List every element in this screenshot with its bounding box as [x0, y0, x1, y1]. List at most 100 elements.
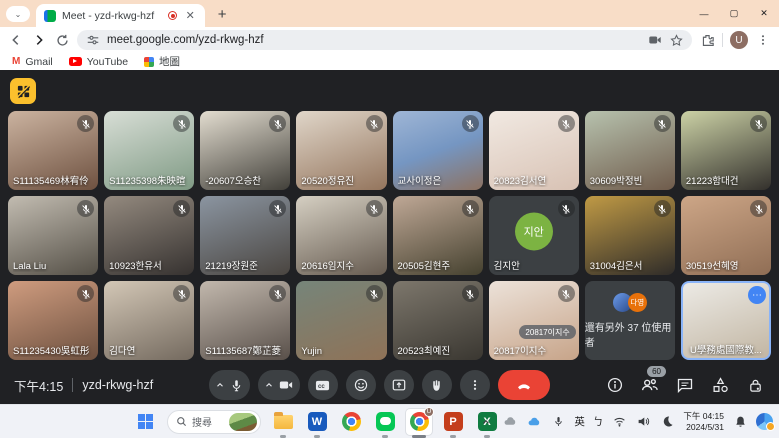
chat-button[interactable]: [675, 375, 695, 395]
back-icon[interactable]: [8, 32, 24, 48]
chrome-active-window-icon[interactable]: U: [406, 409, 432, 435]
window-minimize-button[interactable]: —: [689, 0, 719, 27]
mic-off-icon: [77, 285, 94, 302]
video-tile[interactable]: 김다연: [104, 281, 194, 360]
tray-clock[interactable]: 下午 04:15 2024/5/31: [683, 411, 724, 432]
extensions-icon[interactable]: [699, 32, 715, 48]
video-tile[interactable]: Lala Liu: [8, 196, 98, 275]
mic-off-icon: [77, 200, 94, 217]
mic-off-icon: [366, 200, 383, 217]
line-icon[interactable]: [372, 409, 398, 435]
video-tile[interactable]: -20607오승찬: [200, 111, 290, 190]
captions-button[interactable]: cc: [308, 370, 338, 400]
meeting-code: yzd-rkwg-hzf: [82, 378, 153, 392]
control-bar-divider: [72, 378, 73, 392]
word-icon[interactable]: W: [304, 409, 330, 435]
mic-button[interactable]: [209, 370, 250, 400]
forward-icon[interactable]: [31, 32, 47, 48]
raise-hand-button[interactable]: [422, 370, 452, 400]
mic-off-icon: [173, 115, 190, 132]
video-tile[interactable]: 10923한유서: [104, 196, 194, 275]
night-mode-icon[interactable]: [659, 414, 675, 430]
tray-mic-icon[interactable]: [550, 414, 566, 430]
tray-time: 下午 04:15: [683, 411, 724, 422]
volume-icon[interactable]: [635, 414, 651, 430]
camera-permission-icon[interactable]: [648, 33, 662, 47]
video-tile[interactable]: 31004김은서: [585, 196, 675, 275]
widgets-icon[interactable]: [756, 413, 773, 430]
participant-name: 20817이지수: [494, 343, 575, 357]
host-controls-button[interactable]: [745, 375, 765, 395]
new-tab-button[interactable]: +: [215, 7, 229, 21]
participant-name: S11235430吳虹彤: [13, 343, 94, 357]
taskbar-search-input[interactable]: 搜尋: [167, 410, 261, 434]
video-tile[interactable]: 지안김지안: [489, 196, 579, 275]
participant-name: 10923한유서: [109, 258, 190, 272]
video-tile[interactable]: 20616임지수: [296, 196, 386, 275]
reload-icon[interactable]: [54, 32, 70, 48]
address-bar[interactable]: meet.google.com/yzd-rkwg-hzf: [77, 30, 692, 50]
activities-button[interactable]: [710, 375, 730, 395]
start-button[interactable]: [132, 409, 158, 435]
camera-icon: [279, 378, 293, 392]
video-tile[interactable]: 20520정유진: [296, 111, 386, 190]
more-options-button[interactable]: [460, 370, 490, 400]
tray-chevron-icon[interactable]: [478, 414, 494, 430]
video-tile[interactable]: 21223함대건: [681, 111, 771, 190]
participant-name: 김지안: [494, 258, 575, 272]
file-explorer-icon[interactable]: [270, 409, 296, 435]
video-tile[interactable]: 교사이정은: [393, 111, 483, 190]
bookmark-youtube[interactable]: YouTube: [69, 56, 128, 68]
participant-name: S11235398朱映暄: [109, 173, 190, 187]
ime-bopomofo-indicator[interactable]: ㄅ: [593, 414, 604, 429]
mic-off-icon: [269, 285, 286, 302]
notification-bell-icon[interactable]: [732, 414, 748, 430]
video-tile[interactable]: 20523최예진: [393, 281, 483, 360]
meeting-details-button[interactable]: [605, 375, 625, 395]
video-tile[interactable]: S11135469林宥伶: [8, 111, 98, 190]
window-maximize-button[interactable]: ▢: [719, 0, 749, 27]
video-tile[interactable]: S11235398朱映暄: [104, 111, 194, 190]
bookmark-maps[interactable]: 地圖: [144, 54, 180, 69]
present-button[interactable]: [384, 370, 414, 400]
people-button[interactable]: 60: [640, 375, 660, 395]
mic-off-icon: [269, 115, 286, 132]
self-view-tile[interactable]: U學務處國際教... ⋯: [681, 281, 771, 360]
weather-icon[interactable]: [526, 414, 542, 430]
video-tile[interactable]: 20817이지수20817이지수: [489, 281, 579, 360]
video-tile[interactable]: 21219장원준: [200, 196, 290, 275]
participant-name: U學務處國際教...: [683, 342, 769, 356]
browser-menu-icon[interactable]: [755, 32, 771, 48]
tile-options-button[interactable]: ⋯: [748, 286, 766, 304]
powerpoint-icon[interactable]: P: [440, 409, 466, 435]
end-call-button[interactable]: [498, 370, 550, 400]
chrome-icon[interactable]: [338, 409, 364, 435]
tab-search-button[interactable]: ⌄: [6, 6, 30, 22]
window-close-button[interactable]: ✕: [749, 0, 779, 27]
participant-name: 20505김현주: [398, 258, 479, 272]
bookmark-gmail[interactable]: M Gmail: [12, 56, 53, 68]
participant-name: 20520정유진: [301, 173, 382, 187]
wifi-icon[interactable]: [611, 414, 627, 430]
video-tile[interactable]: S11135687鄭芷菱: [200, 281, 290, 360]
more-users-tile[interactable]: 다영還有另外 37 位使用者: [585, 281, 675, 360]
onedrive-icon[interactable]: [502, 414, 518, 430]
video-tile[interactable]: 30609박정빈: [585, 111, 675, 190]
ime-language-indicator[interactable]: 英: [574, 414, 585, 429]
browser-tab[interactable]: Meet - yzd-rkwg-hzf ✕: [36, 4, 205, 27]
tab-close-button[interactable]: ✕: [183, 9, 197, 23]
more-users-content: 다영還有另外 37 位使用者: [585, 281, 675, 360]
bookmark-star-icon[interactable]: [669, 33, 683, 47]
video-tile[interactable]: Yujin: [296, 281, 386, 360]
camera-button[interactable]: [258, 370, 300, 400]
url-text: meet.google.com/yzd-rkwg-hzf: [107, 34, 641, 46]
video-tile[interactable]: 20505김현주: [393, 196, 483, 275]
video-tile[interactable]: S11235430吳虹彤: [8, 281, 98, 360]
reactions-button[interactable]: [346, 370, 376, 400]
video-tile[interactable]: 30519선혜영: [681, 196, 771, 275]
chevron-up-icon: [215, 380, 225, 390]
recording-indicator-icon: [168, 11, 177, 20]
video-tile[interactable]: 20823김서연: [489, 111, 579, 190]
profile-avatar[interactable]: U: [730, 31, 748, 49]
site-settings-icon[interactable]: [86, 33, 100, 47]
